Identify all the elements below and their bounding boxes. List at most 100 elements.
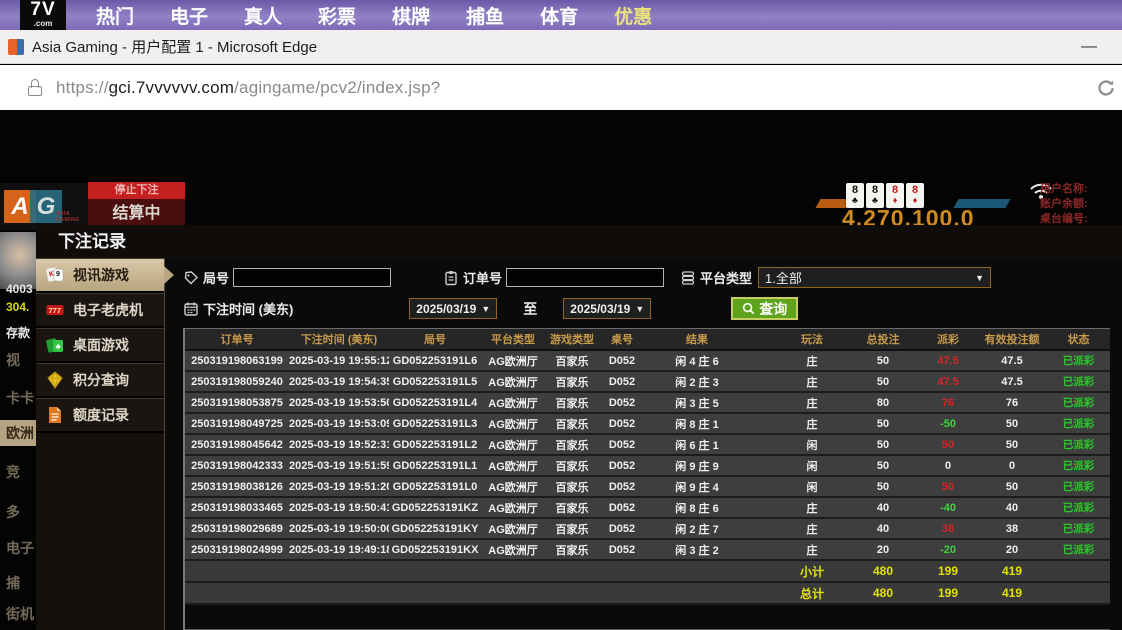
sidebar-item-电子老虎机[interactable]: 777电子老虎机 <box>36 293 164 328</box>
left-strip-item: 电子 <box>0 538 36 558</box>
left-strip-item: 街机 <box>0 604 36 624</box>
sidebar-item-label: 视讯游戏 <box>73 265 129 285</box>
table-row: 2503191980497252025-03-19 19:53:09GD0522… <box>185 414 1110 435</box>
cell-time: 2025-03-19 19:50:41 <box>289 502 389 514</box>
cell-table: D052 <box>599 523 645 535</box>
cell-result: 闲 4 庄 6 <box>645 353 749 369</box>
table-row: 2503191980249992025-03-19 19:49:18GD0522… <box>185 540 1110 561</box>
nav-item[interactable]: 真人 <box>244 2 282 29</box>
cell-time: 2025-03-19 19:52:31 <box>289 439 389 451</box>
nav-item[interactable]: 捕鱼 <box>466 2 504 29</box>
column-header: 局号 <box>389 331 481 347</box>
lock-icon[interactable] <box>28 79 42 96</box>
round-input[interactable] <box>233 268 391 287</box>
cell-round: GD052253191KY <box>389 523 481 535</box>
column-header: 派彩 <box>919 331 977 347</box>
cell-play: 庄 <box>777 500 847 516</box>
ag-favicon <box>8 39 24 55</box>
list-icon <box>680 270 696 286</box>
subtotal-row-label: 小计 <box>777 563 847 580</box>
search-button[interactable]: 查询 <box>731 297 798 320</box>
cell-valid: 47.5 <box>977 355 1047 367</box>
nav-item[interactable]: 优惠 <box>614 2 652 29</box>
playing-card: 8♣ <box>866 183 884 208</box>
cell-platform: AG欧洲厅 <box>481 542 545 558</box>
column-header: 桌号 <box>599 331 645 347</box>
date-to-select[interactable]: 2025/03/19 ▼ <box>563 298 651 319</box>
platform-select[interactable]: 1.全部 ▼ <box>758 267 991 288</box>
chevron-down-icon: ▼ <box>635 304 644 314</box>
cell-bet: 50 <box>847 460 919 472</box>
total-row-payout: 199 <box>919 586 977 600</box>
cell-round: GD052253191L6 <box>389 355 481 367</box>
cell-game: 百家乐 <box>545 395 599 411</box>
column-header: 结果 <box>645 331 749 347</box>
cell-game: 百家乐 <box>545 437 599 453</box>
nav-item[interactable]: 电子 <box>170 2 208 29</box>
chevron-down-icon: ▼ <box>481 304 490 314</box>
cards-icon: K9 <box>45 265 65 285</box>
total-row-label: 总计 <box>777 585 847 602</box>
nav-item[interactable]: 热门 <box>96 2 134 29</box>
points-icon <box>45 370 65 390</box>
subtotal-row-valid: 419 <box>977 564 1047 578</box>
subtotal-row-payout: 199 <box>919 564 977 578</box>
cell-round: GD052253191L1 <box>389 460 481 472</box>
subtotal-row-bet: 480 <box>847 564 919 578</box>
card-suit: ♣ <box>846 196 864 205</box>
reload-icon[interactable] <box>1096 78 1116 98</box>
cell-payout: 47.5 <box>919 376 977 388</box>
left-strip-item: 欧洲 <box>0 420 36 446</box>
cell-status: 已派彩 <box>1047 542 1110 557</box>
cell-platform: AG欧洲厅 <box>481 353 545 369</box>
cell-round: GD052253191L0 <box>389 481 481 493</box>
sidebar-item-桌面游戏[interactable]: ♣桌面游戏 <box>36 328 164 363</box>
date-from-select[interactable]: 2025/03/19 ▼ <box>409 298 497 319</box>
sidebar-item-额度记录[interactable]: 额度记录 <box>36 398 164 433</box>
url-text[interactable]: https://gci.7vvvvvv.com/agingame/pcv2/in… <box>56 78 440 98</box>
settling-label: 结算中 <box>88 199 185 228</box>
filter-row-2: 下注时间 (美东) 2025/03/19 ▼ 至 2025/03/19 ▼ <box>183 297 1110 320</box>
cell-platform: AG欧洲厅 <box>481 437 545 453</box>
nav-item[interactable]: 彩票 <box>318 2 356 29</box>
cell-bet: 40 <box>847 523 919 535</box>
left-strip-item: 捕 <box>0 573 36 593</box>
avatar <box>0 232 36 289</box>
order-input[interactable] <box>506 268 664 287</box>
sidebar-item-label: 桌面游戏 <box>73 335 129 355</box>
cell-table: D052 <box>599 502 645 514</box>
cell-play: 庄 <box>777 521 847 537</box>
minimize-button[interactable]: — <box>1076 34 1102 60</box>
nav-item[interactable]: 棋牌 <box>392 2 430 29</box>
cell-round: GD052253191KX <box>389 544 481 556</box>
cell-table: D052 <box>599 397 645 409</box>
cell-status: 已派彩 <box>1047 500 1110 515</box>
cell-play: 庄 <box>777 395 847 411</box>
cell-time: 2025-03-19 19:53:50 <box>289 397 389 409</box>
sidebar-item-积分查询[interactable]: 积分查询 <box>36 363 164 398</box>
order-label-text: 订单号 <box>463 268 502 287</box>
cell-time: 2025-03-19 19:53:09 <box>289 418 389 430</box>
cell-platform: AG欧洲厅 <box>481 458 545 474</box>
table-row: 2503191980296892025-03-19 19:50:00GD0522… <box>185 519 1110 540</box>
svg-text:777: 777 <box>49 306 62 315</box>
nav-item[interactable]: 体育 <box>540 2 578 29</box>
cell-game: 百家乐 <box>545 416 599 432</box>
site-logo[interactable]: 7V .com <box>20 0 66 31</box>
chevron-down-icon: ▼ <box>975 273 984 283</box>
cell-time: 2025-03-19 19:49:18 <box>289 544 389 556</box>
sidebar-item-视讯游戏[interactable]: K9 视讯游戏 <box>36 258 164 293</box>
cell-play: 庄 <box>777 416 847 432</box>
cell-bet: 50 <box>847 355 919 367</box>
user-info-line: 用户名称: <box>1040 182 1122 197</box>
left-strip-item: 多 <box>0 502 36 522</box>
site-logo-text: 7V <box>20 0 66 20</box>
cell-game: 百家乐 <box>545 521 599 537</box>
cell-order: 250319198033465 <box>185 502 289 514</box>
cell-payout: 76 <box>919 397 977 409</box>
cell-valid: 50 <box>977 439 1047 451</box>
card-suit: ♣ <box>866 196 884 205</box>
playing-card: 8♣ <box>846 183 864 208</box>
modal-body: K9 视讯游戏 777电子老虎机♣桌面游戏积分查询额度记录 局号 <box>36 258 1122 630</box>
cell-result: 闲 3 庄 2 <box>645 542 749 558</box>
